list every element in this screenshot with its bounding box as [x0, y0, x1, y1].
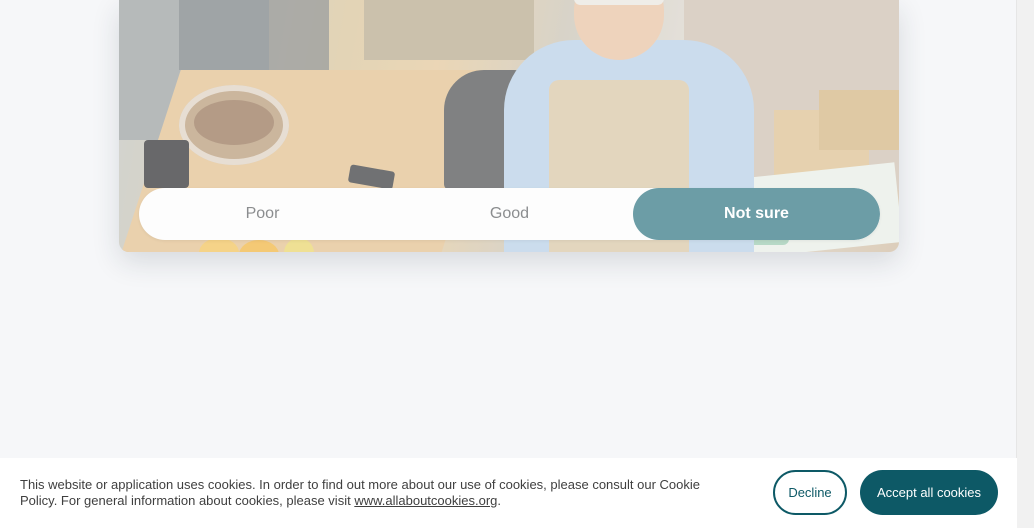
cookie-banner: This website or application uses cookies… [0, 458, 1017, 528]
cookie-notice-end: . [497, 493, 502, 508]
rating-option-poor[interactable]: Poor [139, 188, 386, 240]
cookie-notice-text: This website or application uses cookies… [20, 477, 740, 509]
page-scrollbar[interactable] [1016, 0, 1034, 528]
rating-option-good[interactable]: Good [386, 188, 633, 240]
rating-segmented-control: Poor Good Not sure [139, 188, 880, 240]
hero-card: Poor Good Not sure [119, 0, 899, 252]
rating-option-not-sure[interactable]: Not sure [633, 188, 880, 240]
allaboutcookies-link[interactable]: www.allaboutcookies.org [354, 493, 497, 508]
accept-all-cookies-button[interactable]: Accept all cookies [860, 470, 998, 515]
decline-cookies-button[interactable]: Decline [773, 470, 847, 515]
